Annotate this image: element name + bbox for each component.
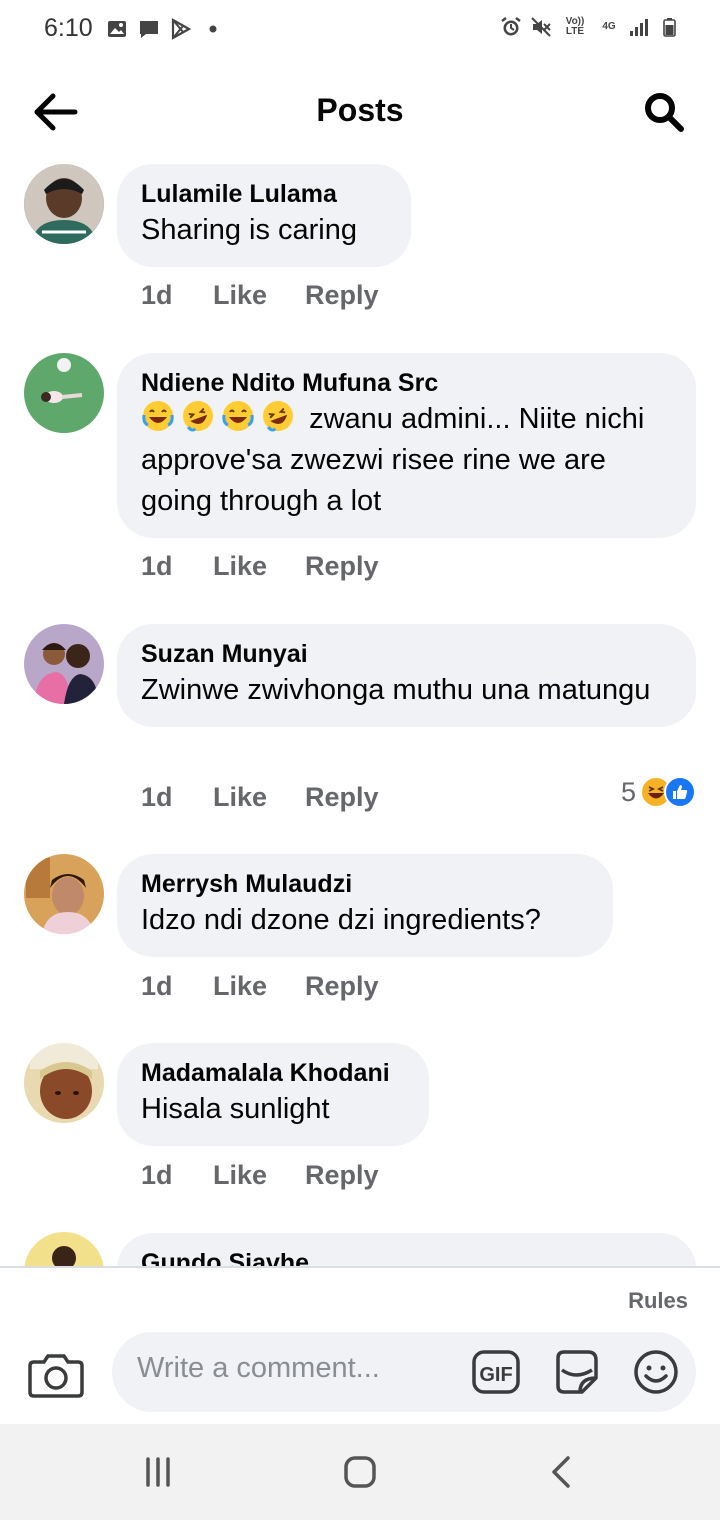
comment-author[interactable]: Ndiene Ndito Mufuna Src <box>141 367 672 399</box>
comment-bubble[interactable]: Gundo Siavhe <box>117 1233 696 1266</box>
sticker-icon <box>556 1350 598 1394</box>
comment-text: Idzo ndi dzone dzi ingredients? <box>141 904 541 936</box>
comment-actions: 1d Like Reply <box>141 782 379 813</box>
comment-text: Sharing is caring <box>141 214 357 246</box>
sticker-button[interactable] <box>552 1348 600 1396</box>
network-4g-icon: 4G <box>602 21 616 32</box>
comments-list[interactable]: Lulamile Lulama Sharing is caring 1d Lik… <box>0 160 720 1266</box>
system-nav-bar <box>0 1424 720 1520</box>
comment-actions: 1d Like Reply <box>141 971 379 1002</box>
status-notifications <box>106 18 224 40</box>
status-time: 6:10 <box>44 14 93 42</box>
svg-text:GIF: GIF <box>479 1364 512 1386</box>
camera-icon <box>28 1354 84 1398</box>
avatar[interactable] <box>24 164 104 244</box>
like-button[interactable]: Like <box>213 971 305 1002</box>
mute-icon <box>530 16 552 38</box>
comment-bubble[interactable]: Madamalala Khodani Hisala sunlight <box>117 1043 429 1146</box>
comment-bubble[interactable]: Merrysh Mulaudzi Idzo ndi dzone dzi ingr… <box>117 854 613 957</box>
comment-bubble[interactable]: Lulamile Lulama Sharing is caring <box>117 164 411 267</box>
comment-text: Hisala sunlight <box>141 1093 330 1125</box>
comment-time: 1d <box>141 551 173 581</box>
comment-author[interactable]: Suzan Munyai <box>141 638 672 670</box>
smiley-icon <box>634 1350 678 1394</box>
comment-text: Zwinwe zwivhonga muthu una matungu <box>141 674 651 706</box>
gif-icon: GIF <box>472 1350 520 1394</box>
comment-text-body: zwanu admini... Niite nichi approve'sa z… <box>141 403 645 517</box>
recent-apps-icon <box>146 1457 170 1487</box>
app-bar: Posts <box>0 72 720 152</box>
message-icon <box>138 18 160 40</box>
comment-actions: 1d Like Reply <box>141 551 379 582</box>
page-title: Posts <box>316 92 404 128</box>
comment-time: 1d <box>141 1160 173 1190</box>
comment-author[interactable]: Madamalala Khodani <box>141 1057 405 1089</box>
rofl-emoji-icon <box>183 401 213 432</box>
comment-input-placeholder: Write a comment... <box>137 1352 380 1384</box>
nav-back-icon <box>552 1456 570 1488</box>
like-button[interactable]: Like <box>213 1160 305 1191</box>
reply-button[interactable]: Reply <box>305 551 379 582</box>
comment-author[interactable]: Gundo Siavhe <box>141 1247 672 1266</box>
composer-divider <box>0 1266 720 1268</box>
status-system-icons: Vo)) LTE 4G <box>500 16 680 38</box>
comment-actions: 1d Like Reply <box>141 280 379 311</box>
nav-back-button[interactable] <box>542 1454 582 1490</box>
avatar[interactable] <box>24 353 104 433</box>
comment-bubble[interactable]: Suzan Munyai Zwinwe zwivhonga muthu una … <box>117 624 696 727</box>
like-reaction-icon <box>664 776 696 808</box>
avatar[interactable] <box>24 1043 104 1123</box>
battery-icon <box>658 16 680 38</box>
laughing-tears-emoji-icon <box>142 401 174 431</box>
comment-time: 1d <box>141 782 173 812</box>
recent-apps-button[interactable] <box>138 1454 178 1490</box>
signal-icon <box>628 16 650 38</box>
avatar[interactable] <box>24 624 104 704</box>
comment-author[interactable]: Lulamile Lulama <box>141 178 387 210</box>
avatar[interactable] <box>24 854 104 934</box>
gallery-icon <box>106 18 128 40</box>
search-icon <box>645 93 684 132</box>
comment-time: 1d <box>141 971 173 1001</box>
comment-bubble[interactable]: Ndiene Ndito Mufuna Src zwanu admini... … <box>117 353 696 538</box>
home-icon <box>344 1456 376 1488</box>
rules-link[interactable]: Rules <box>628 1288 688 1314</box>
like-button[interactable]: Like <box>213 280 305 311</box>
home-button[interactable] <box>340 1454 380 1490</box>
camera-button[interactable] <box>28 1350 84 1400</box>
comment-author[interactable]: Merrysh Mulaudzi <box>141 868 589 900</box>
status-bar: 6:10 Vo)) LTE 4G <box>0 0 720 60</box>
more-notifications-dot-icon <box>202 18 224 40</box>
like-button[interactable]: Like <box>213 551 305 582</box>
search-button[interactable] <box>640 88 688 136</box>
comment-actions: 1d Like Reply <box>141 1160 379 1191</box>
reply-button[interactable]: Reply <box>305 280 379 311</box>
comment-time: 1d <box>141 280 173 310</box>
volte-icon: Vo)) LTE <box>565 16 585 37</box>
laughing-tears-emoji-icon <box>222 401 254 431</box>
gif-button[interactable]: GIF <box>472 1348 520 1396</box>
alarm-icon <box>500 16 522 38</box>
play-store-icon <box>170 18 192 40</box>
reply-button[interactable]: Reply <box>305 782 379 813</box>
reactions-summary[interactable]: 5 <box>621 776 696 808</box>
reply-button[interactable]: Reply <box>305 971 379 1002</box>
emoji-button[interactable] <box>632 1348 680 1396</box>
reply-button[interactable]: Reply <box>305 1160 379 1191</box>
like-button[interactable]: Like <box>213 782 305 813</box>
rofl-emoji-icon <box>263 401 293 432</box>
reaction-count: 5 <box>620 776 636 807</box>
avatar[interactable] <box>24 1232 104 1266</box>
comment-text: zwanu admini... Niite nichi approve'sa z… <box>141 399 672 522</box>
